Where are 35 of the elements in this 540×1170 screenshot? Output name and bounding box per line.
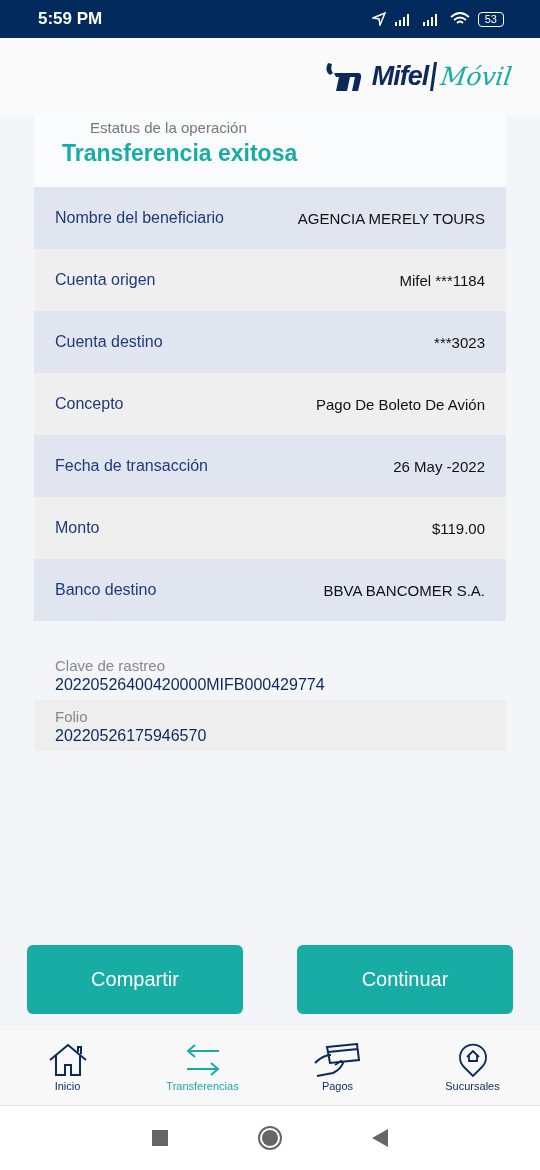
reference-label: Clave de rastreo — [55, 657, 167, 674]
wifi-icon — [449, 12, 470, 26]
reference-label: Folio — [55, 708, 89, 725]
detail-value: 26 May -2022 — [393, 456, 485, 476]
location-pin-icon — [457, 1043, 488, 1077]
detail-value: Mifel ***1184 — [399, 270, 485, 290]
location-arrow-icon — [371, 12, 386, 26]
battery-indicator: 53 — [477, 11, 504, 27]
detail-label: Monto — [55, 519, 100, 537]
nav-tab[interactable]: Inicio — [12, 1043, 123, 1092]
status-title: Transferencia exitosa — [62, 140, 299, 167]
detail-label: Nombre del beneficiario — [55, 209, 224, 227]
status-time: 5:59 PM — [38, 9, 103, 29]
back-icon[interactable] — [372, 1129, 388, 1147]
reference-value: 20220526400420000MIFB000429774 — [55, 676, 326, 694]
nav-tab[interactable]: Sucursales — [417, 1043, 528, 1092]
detail-value: ***3023 — [434, 332, 485, 352]
detail-value: Pago De Boleto De Avión — [316, 394, 485, 414]
detail-label: Fecha de transacción — [55, 457, 208, 475]
detail-label: Banco destino — [55, 581, 157, 599]
detail-value: AGENCIA MERELY TOURS — [297, 208, 485, 228]
home-circle-icon[interactable] — [258, 1126, 282, 1150]
logo-brand-text: Mifel — [371, 61, 429, 92]
detail-label: Cuenta destino — [55, 333, 163, 351]
reference-value: 20220526175946570 — [55, 727, 208, 745]
detail-label: Concepto — [55, 395, 124, 413]
detail-value: $119.00 — [431, 518, 485, 538]
nav-tab[interactable]: Pagos — [282, 1043, 393, 1092]
house-icon — [47, 1043, 88, 1077]
logo-product-text: Móvil — [430, 62, 515, 91]
hand-card-icon — [312, 1043, 363, 1077]
arrows-icon — [184, 1043, 221, 1077]
detail-value: BBVA BANCOMER S.A. — [323, 580, 485, 600]
detail-label: Cuenta origen — [55, 271, 156, 289]
status-label: Estatus de la operación — [90, 119, 248, 136]
